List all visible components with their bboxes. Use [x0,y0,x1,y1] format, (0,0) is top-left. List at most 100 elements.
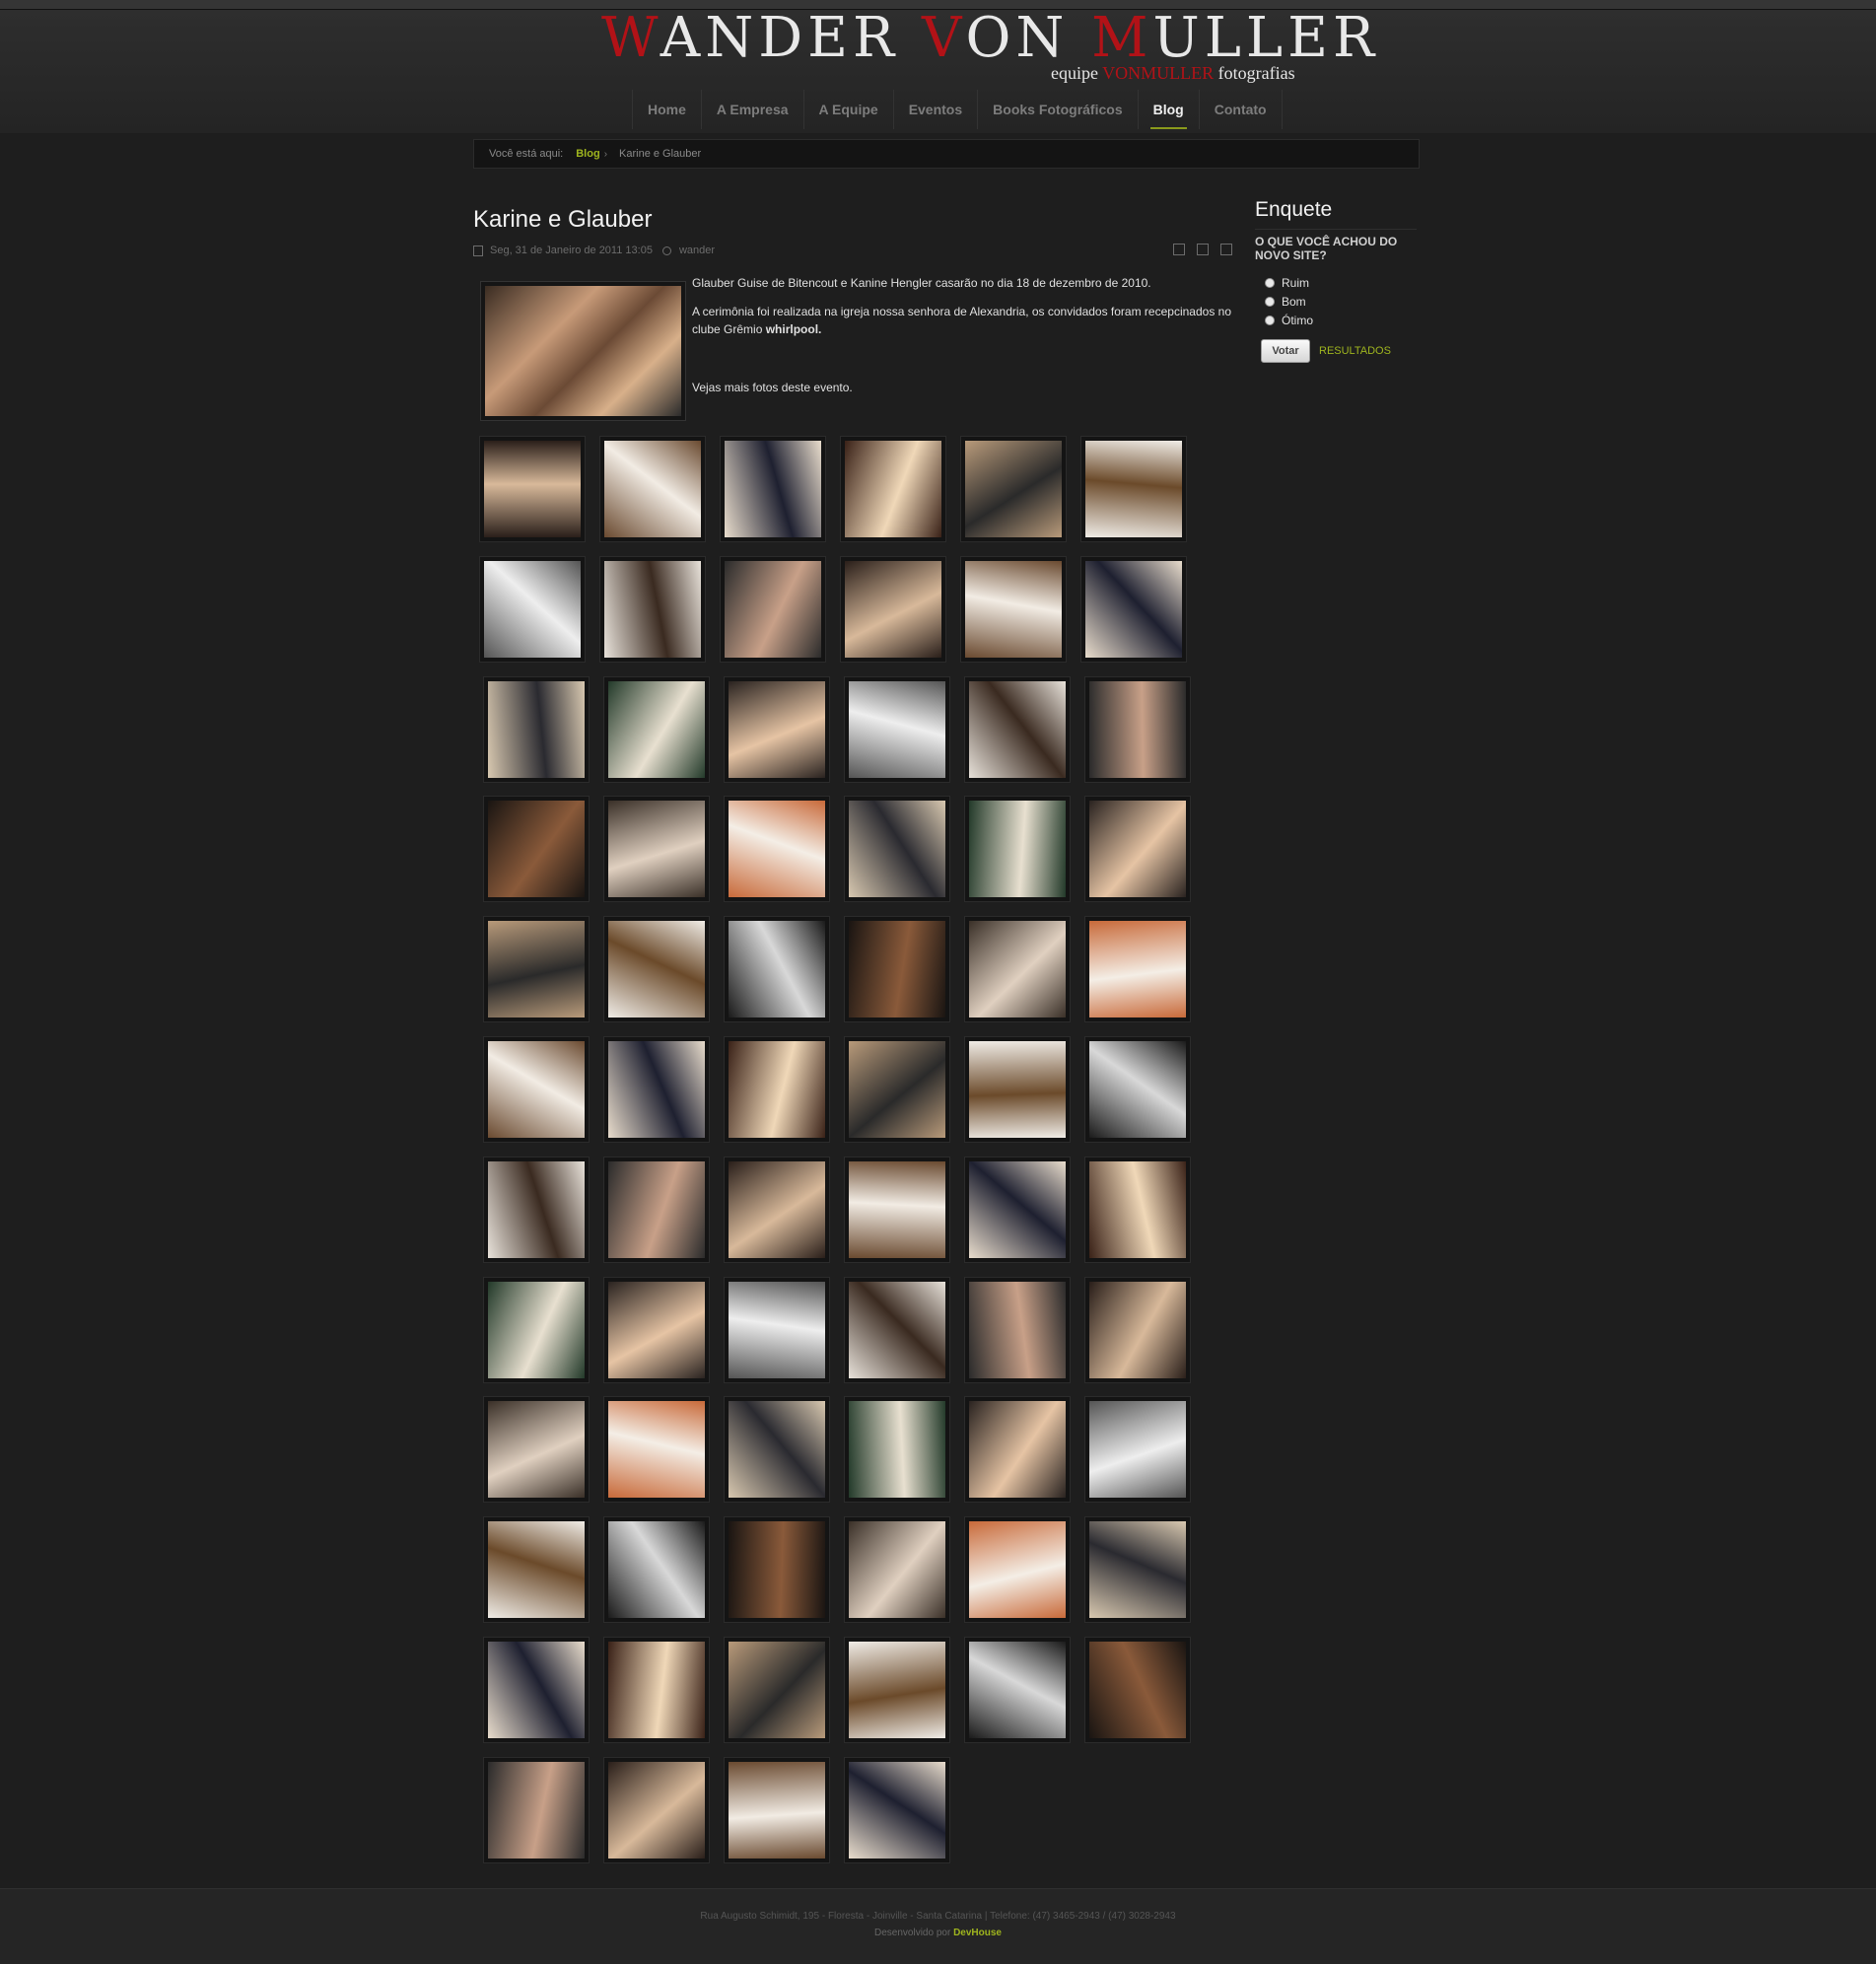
gallery-thumb[interactable] [844,676,950,783]
gallery-thumb[interactable] [960,556,1067,663]
gallery-thumb[interactable] [483,1396,590,1503]
nav-books[interactable]: Books Fotográficos [978,90,1139,129]
gallery-thumb[interactable] [603,916,710,1022]
gallery-thumb[interactable] [603,796,710,902]
poll-option-otimo[interactable]: Ótimo [1265,314,1313,327]
radio-ruim[interactable] [1265,278,1275,288]
gallery-thumb[interactable] [844,1757,950,1863]
gallery-thumb[interactable] [603,1637,710,1743]
gallery-thumb[interactable] [964,1516,1071,1623]
nav-a-empresa[interactable]: A Empresa [702,90,804,129]
gallery-thumb[interactable] [844,1036,950,1143]
gallery-thumb[interactable] [724,1516,830,1623]
poll-option-bom[interactable]: Bom [1265,295,1306,309]
gallery-thumb[interactable] [840,556,946,663]
nav-home[interactable]: Home [633,90,702,129]
gallery-thumb[interactable] [483,1516,590,1623]
poll-option-ruim[interactable]: Ruim [1265,276,1309,290]
gallery-thumb[interactable] [844,796,950,902]
gallery-thumb[interactable] [724,1637,830,1743]
gallery-thumb[interactable] [724,1157,830,1263]
gallery-thumb[interactable] [1080,436,1187,542]
nav-blog[interactable]: Blog [1139,90,1200,129]
gallery-thumb[interactable] [479,436,586,542]
gallery-thumb[interactable] [1084,1277,1191,1383]
gallery-thumb[interactable] [1084,1036,1191,1143]
nav-a-equipe[interactable]: A Equipe [804,90,894,129]
email-icon[interactable] [1173,244,1185,255]
gallery-thumb[interactable] [483,1277,590,1383]
gallery-thumb-image [608,1282,705,1378]
gallery-thumb[interactable] [844,1516,950,1623]
gallery-thumb[interactable] [599,436,706,542]
gallery-thumb[interactable] [1084,1157,1191,1263]
gallery-thumb[interactable] [724,1396,830,1503]
gallery-thumb[interactable] [724,796,830,902]
gallery-thumb[interactable] [603,676,710,783]
gallery-thumb[interactable] [964,1637,1071,1743]
nav-contato[interactable]: Contato [1200,90,1283,129]
pdf-icon[interactable] [1220,244,1232,255]
print-icon[interactable] [1197,244,1209,255]
lead-photo[interactable] [480,281,686,421]
gallery-thumb[interactable] [844,1157,950,1263]
gallery-thumb[interactable] [964,916,1071,1022]
gallery-thumb[interactable] [964,1396,1071,1503]
gallery-thumb[interactable] [964,676,1071,783]
vote-button[interactable]: Votar [1261,339,1310,363]
gallery-thumb[interactable] [483,916,590,1022]
gallery-thumb[interactable] [483,1157,590,1263]
gallery-thumb[interactable] [603,1277,710,1383]
results-link[interactable]: RESULTADOS [1319,345,1391,357]
gallery-thumb[interactable] [840,436,946,542]
gallery-thumb[interactable] [724,1277,830,1383]
footer-credit-prefix: Desenvolvido por [874,1928,954,1938]
gallery-thumb[interactable] [720,556,826,663]
breadcrumb-link-blog[interactable]: Blog [576,148,599,160]
gallery-thumb[interactable] [483,1637,590,1743]
poll-divider [1255,229,1417,230]
site-logo[interactable]: WANDER VON MULLER [601,6,1374,70]
gallery-thumb[interactable] [844,1277,950,1383]
gallery-thumb[interactable] [964,1036,1071,1143]
gallery-thumb[interactable] [603,1157,710,1263]
gallery-thumb-image [1089,1521,1186,1618]
gallery-thumb[interactable] [1084,916,1191,1022]
gallery-thumb[interactable] [483,1757,590,1863]
gallery-thumb[interactable] [599,556,706,663]
gallery-thumb[interactable] [1084,1516,1191,1623]
gallery-thumb-image [1089,681,1186,778]
gallery-thumb[interactable] [1084,796,1191,902]
gallery-thumb[interactable] [603,1396,710,1503]
gallery-thumb-image [969,801,1066,897]
gallery-thumb[interactable] [483,796,590,902]
gallery-thumb[interactable] [964,1157,1071,1263]
gallery-thumb[interactable] [724,916,830,1022]
gallery-thumb[interactable] [603,1036,710,1143]
gallery-thumb[interactable] [844,1396,950,1503]
gallery-thumb[interactable] [964,796,1071,902]
gallery-thumb-image [608,801,705,897]
gallery-thumb[interactable] [1084,1396,1191,1503]
gallery-thumb[interactable] [1084,1637,1191,1743]
gallery-thumb[interactable] [844,1637,950,1743]
gallery-thumb[interactable] [483,1036,590,1143]
gallery-thumb[interactable] [724,676,830,783]
gallery-thumb[interactable] [483,676,590,783]
gallery-thumb[interactable] [724,1757,830,1863]
gallery-thumb[interactable] [603,1516,710,1623]
radio-otimo[interactable] [1265,316,1275,325]
gallery-thumb[interactable] [844,916,950,1022]
gallery-thumb[interactable] [1080,556,1187,663]
gallery-thumb[interactable] [479,556,586,663]
gallery-thumb[interactable] [724,1036,830,1143]
gallery-thumb[interactable] [960,436,1067,542]
gallery-thumb[interactable] [720,436,826,542]
radio-bom[interactable] [1265,297,1275,307]
nav-eventos[interactable]: Eventos [894,90,979,129]
footer-dev-link[interactable]: DevHouse [953,1928,1002,1938]
gallery-thumb[interactable] [964,1277,1071,1383]
gallery-thumb-image [1089,1282,1186,1378]
gallery-thumb[interactable] [603,1757,710,1863]
gallery-thumb[interactable] [1084,676,1191,783]
